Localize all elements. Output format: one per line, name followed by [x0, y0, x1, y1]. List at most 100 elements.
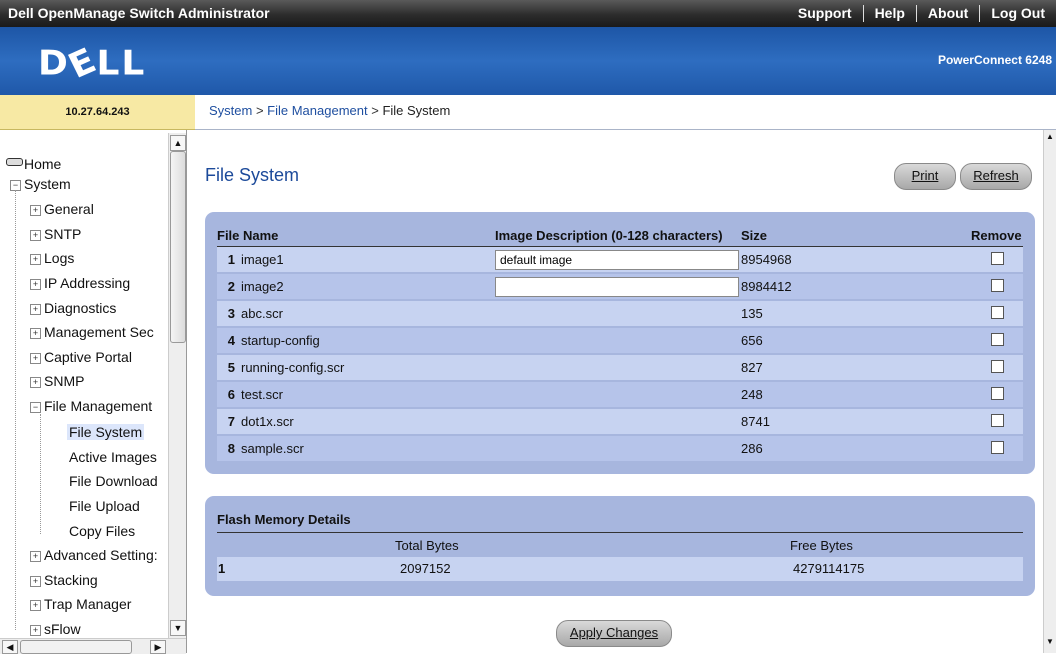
sidebar-item-home[interactable]: Home [6, 156, 61, 172]
sidebar-item-logs[interactable]: + Logs [30, 250, 74, 266]
sidebar-item-file-download[interactable]: File Download [69, 473, 158, 489]
sidebar-item-diagnostics[interactable]: + Diagnostics [30, 300, 116, 316]
image-description-input[interactable] [495, 276, 739, 297]
page-title: File System [205, 165, 300, 185]
top-nav: Support Help About Log Out [787, 5, 1056, 22]
sidebar-item-general[interactable]: + General [30, 201, 94, 217]
remove-checkbox[interactable] [990, 251, 1004, 265]
remove-checkbox[interactable] [990, 278, 1004, 292]
column-header-remove: Remove [971, 224, 1023, 247]
column-header-file-name: File Name [217, 224, 495, 247]
sidebar-horizontal-scrollbar[interactable]: ◀ ▶ [0, 638, 186, 654]
expand-icon[interactable]: + [30, 328, 41, 339]
header-banner: DELL PowerConnect 6248 [0, 27, 1056, 95]
scroll-down-icon[interactable]: ▼ [1044, 637, 1056, 651]
sidebar-item-file-system[interactable]: File System [67, 424, 145, 440]
sidebar-item-file-upload[interactable]: File Upload [69, 498, 140, 514]
device-ip: 10.27.64.243 [0, 95, 195, 130]
expand-icon[interactable]: + [30, 600, 41, 611]
sidebar-item-snmp[interactable]: + SNMP [30, 373, 84, 389]
remove-checkbox[interactable] [990, 305, 1004, 319]
column-header-description: Image Description (0-128 characters) [495, 224, 741, 247]
product-name: PowerConnect 6248 [937, 53, 1052, 67]
table-row: 2 image2 8984412 [217, 273, 1023, 301]
file-name: abc.scr [241, 300, 495, 328]
table-row: 1 2097152 4279114175 [217, 557, 1023, 581]
scroll-down-icon[interactable]: ▼ [170, 620, 186, 636]
print-button[interactable]: Print [894, 163, 956, 190]
file-table-panel: File Name Image Description (0-128 chara… [205, 212, 1035, 474]
breadcrumb-separator: > [252, 103, 268, 118]
breadcrumb-file-management[interactable]: File Management [267, 103, 367, 118]
scroll-right-icon[interactable]: ▶ [150, 640, 166, 654]
file-name: test.scr [241, 381, 495, 409]
table-row: 4 startup-config 656 [217, 327, 1023, 355]
free-bytes-value: 4279114175 [793, 561, 865, 576]
scroll-up-icon[interactable]: ▲ [170, 135, 186, 151]
file-size: 827 [741, 354, 971, 382]
breadcrumb-current: File System [382, 103, 451, 118]
help-link[interactable]: Help [862, 5, 916, 22]
expand-icon[interactable]: + [30, 230, 41, 241]
about-link[interactable]: About [915, 5, 979, 22]
scroll-left-icon[interactable]: ◀ [2, 640, 18, 654]
sidebar-item-trap-manager[interactable]: + Trap Manager [30, 596, 131, 612]
sidebar-item-system[interactable]: − System [10, 176, 71, 192]
remove-checkbox[interactable] [990, 386, 1004, 400]
row-number: 1 [218, 561, 226, 576]
sidebar-item-sntp[interactable]: + SNTP [30, 226, 81, 242]
collapse-icon[interactable]: − [30, 402, 41, 413]
expand-icon[interactable]: + [30, 576, 41, 587]
file-name: image1 [241, 246, 495, 274]
expand-icon[interactable]: + [30, 205, 41, 216]
sidebar-item-active-images[interactable]: Active Images [69, 449, 157, 465]
sidebar-item-sflow[interactable]: + sFlow [30, 621, 81, 637]
file-size: 8954968 [741, 246, 971, 274]
logout-link[interactable]: Log Out [979, 5, 1056, 22]
total-bytes-value: 2097152 [400, 561, 451, 576]
refresh-button[interactable]: Refresh [960, 163, 1032, 190]
remove-checkbox[interactable] [990, 359, 1004, 373]
apply-changes-button[interactable]: Apply Changes [556, 620, 672, 647]
remove-checkbox[interactable] [990, 332, 1004, 346]
expand-icon[interactable]: + [30, 304, 41, 315]
scroll-thumb[interactable] [170, 151, 186, 343]
file-size: 286 [741, 435, 971, 463]
table-row: 8 sample.scr 286 [217, 435, 1023, 463]
sidebar-item-management-security[interactable]: + Management Sec [30, 324, 154, 340]
breadcrumb: System > File Management > File System [195, 95, 1056, 130]
table-row: 6 test.scr 248 [217, 381, 1023, 409]
sidebar-vertical-scrollbar[interactable]: ▲ ▼ [168, 133, 186, 638]
sidebar-tree: Home − System + General + SNTP + Logs + IP Ad… [0, 130, 187, 653]
sidebar-item-ip-addressing[interactable]: + IP Addressing [30, 275, 130, 291]
sidebar-item-copy-files[interactable]: Copy Files [69, 523, 135, 539]
image-description-input[interactable] [495, 249, 739, 270]
sidebar-item-stacking[interactable]: + Stacking [30, 572, 98, 588]
file-size: 135 [741, 300, 971, 328]
expand-icon[interactable]: + [30, 625, 41, 636]
expand-icon[interactable]: + [30, 279, 41, 290]
expand-icon[interactable]: + [30, 551, 41, 562]
support-link[interactable]: Support [787, 5, 863, 22]
file-size: 656 [741, 327, 971, 355]
scroll-up-icon[interactable]: ▲ [1044, 132, 1056, 146]
flash-memory-title: Flash Memory Details [217, 512, 351, 527]
remove-checkbox[interactable] [990, 440, 1004, 454]
scroll-thumb[interactable] [20, 640, 132, 654]
column-header-size: Size [741, 224, 971, 247]
file-size: 248 [741, 381, 971, 409]
sidebar-item-file-management[interactable]: − File Management [30, 398, 152, 414]
main-vertical-scrollbar[interactable]: ▲ ▼ [1043, 130, 1056, 653]
remove-checkbox[interactable] [990, 413, 1004, 427]
sidebar-item-captive-portal[interactable]: + Captive Portal [30, 349, 132, 365]
app-title: Dell OpenManage Switch Administrator [8, 5, 270, 21]
breadcrumb-separator: > [367, 103, 383, 118]
expand-icon[interactable]: + [30, 353, 41, 364]
file-table: File Name Image Description (0-128 chara… [217, 224, 1023, 463]
table-row: 3 abc.scr 135 [217, 300, 1023, 328]
expand-icon[interactable]: + [30, 377, 41, 388]
main-content: File System Print Refresh File Name Imag… [187, 130, 1043, 653]
sidebar-item-advanced-settings[interactable]: + Advanced Setting: [30, 547, 158, 563]
expand-icon[interactable]: + [30, 254, 41, 265]
breadcrumb-system[interactable]: System [209, 103, 252, 118]
